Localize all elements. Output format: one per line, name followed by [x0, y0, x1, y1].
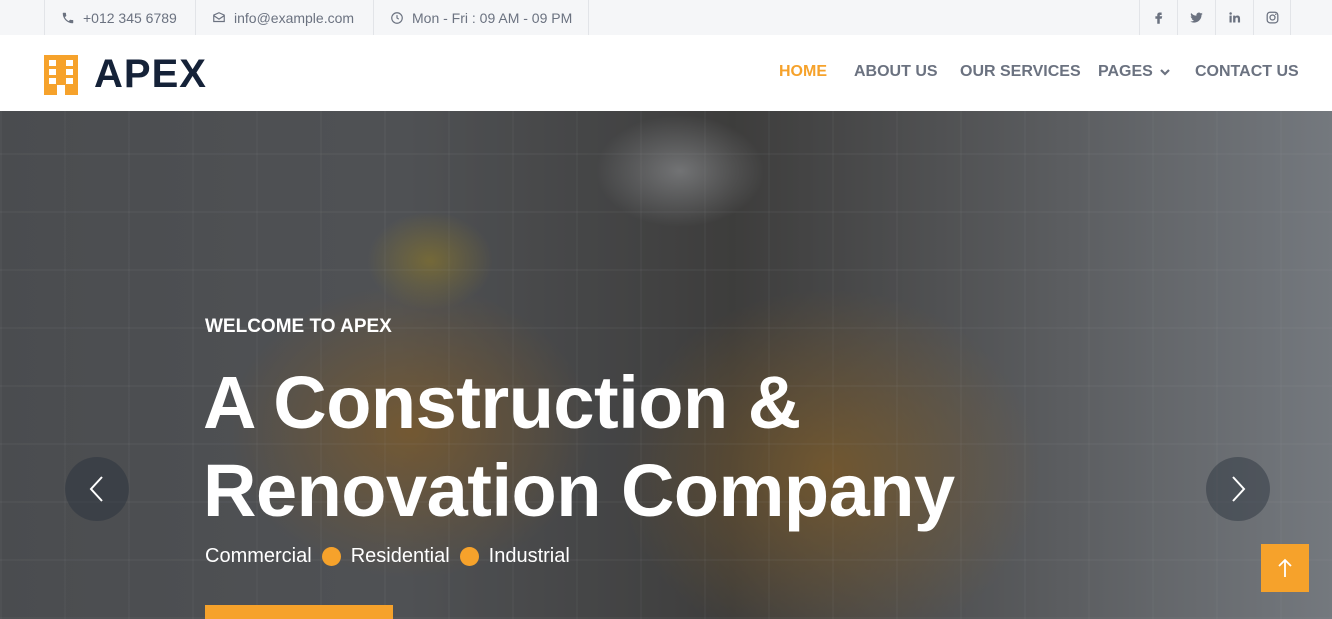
nav-about-us[interactable]: ABOUT US	[854, 63, 938, 81]
hero-welcome-text: WELCOME TO APEX	[205, 316, 392, 337]
email-contact[interactable]: info@example.com	[195, 0, 373, 35]
hero-service-tags: Commercial Residential Industrial	[205, 545, 570, 568]
dot-separator	[321, 547, 341, 566]
building-icon	[44, 54, 78, 95]
chevron-right-icon	[1232, 476, 1246, 502]
phone-number: +012 345 6789	[83, 9, 177, 26]
nav-home[interactable]: HOME	[779, 63, 827, 81]
linkedin-icon	[1229, 12, 1241, 23]
facebook-icon	[1155, 12, 1163, 24]
hours-text: Mon - Fri : 09 AM - 09 PM	[412, 9, 573, 26]
chevron-left-icon	[89, 476, 103, 502]
brand-name: APEX	[94, 52, 207, 96]
phone-icon	[62, 12, 74, 23]
dot-separator	[459, 547, 479, 566]
tag-residential: Residential	[350, 545, 450, 567]
chevron-down-icon	[1160, 69, 1170, 76]
instagram-link[interactable]	[1253, 0, 1291, 35]
hero-carousel: WELCOME TO APEX A Construction & Renovat…	[0, 111, 1332, 619]
envelope-icon	[213, 11, 225, 22]
tag-industrial: Industrial	[488, 545, 570, 567]
nav-contact-us[interactable]: CONTACT US	[1195, 63, 1299, 81]
email-address: info@example.com	[234, 9, 355, 26]
back-to-top-button[interactable]	[1261, 544, 1309, 592]
twitter-link[interactable]	[1177, 0, 1215, 35]
phone-contact[interactable]: +012 345 6789	[44, 0, 195, 35]
instagram-icon	[1266, 11, 1278, 24]
top-bar: +012 345 6789 info@example.com Mon - Fri…	[0, 0, 1332, 35]
main-navbar: APEX HOME ABOUT US OUR SERVICES PAGES CO…	[0, 35, 1332, 111]
tag-commercial: Commercial	[205, 545, 312, 567]
nav-pages-dropdown[interactable]: PAGES	[1098, 63, 1171, 81]
clock-icon	[391, 11, 403, 24]
carousel-prev-button[interactable]	[65, 457, 129, 521]
hero-headline-line-2: Renovation Company	[203, 449, 955, 532]
hero-headline-line-1: A Construction &	[203, 361, 801, 444]
nav-our-services[interactable]: OUR SERVICES	[960, 63, 1081, 81]
office-hours: Mon - Fri : 09 AM - 09 PM	[373, 0, 589, 35]
arrow-up-icon	[1278, 558, 1292, 577]
hero-cta-button[interactable]	[205, 605, 393, 619]
carousel-next-button[interactable]	[1206, 457, 1270, 521]
facebook-link[interactable]	[1139, 0, 1177, 35]
brand-logo[interactable]: APEX	[44, 52, 207, 97]
nav-pages-label: PAGES	[1098, 63, 1153, 80]
hero-headline: A Construction & Renovation Company	[203, 359, 1103, 535]
twitter-icon	[1190, 12, 1203, 23]
linkedin-link[interactable]	[1215, 0, 1253, 35]
